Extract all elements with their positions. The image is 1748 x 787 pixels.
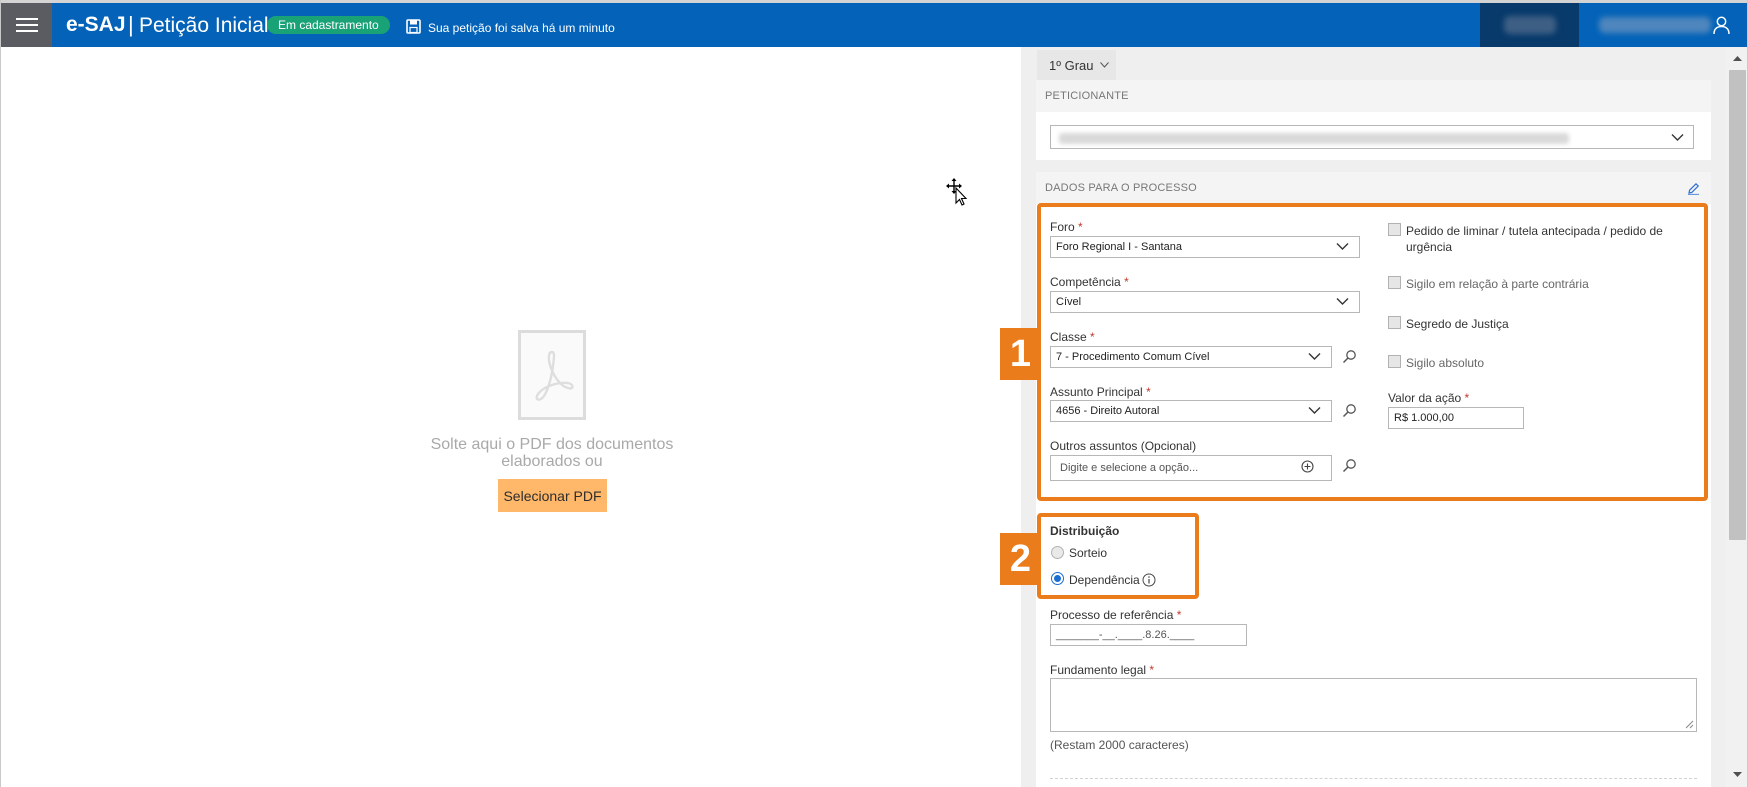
processo-referencia-label: Processo de referência * [1050,608,1181,622]
processo-referencia-input[interactable]: _______-__.____.8.26.____ [1050,624,1247,646]
chevron-down-icon [1671,134,1684,141]
annotation-box-1 [1037,203,1708,501]
peticionante-select[interactable] [1050,125,1694,149]
tab-grau[interactable]: 1º Grau [1037,50,1116,80]
character-counter: (Restam 2000 caracteres) [1050,738,1189,752]
chevron-down-icon [1100,62,1109,68]
annotation-number-1: 1 [1000,328,1041,380]
pencil-icon[interactable] [1687,182,1700,195]
pdf-file-icon [518,330,586,420]
brand-logo[interactable]: e-SAJ [66,13,126,37]
page-title: Petição Inicial [139,14,269,37]
required-mark: * [1149,663,1155,677]
scrollbar-thumb[interactable] [1729,70,1746,540]
move-cursor-icon [946,178,968,206]
pdf-drop-zone[interactable] [1,47,1021,787]
page: e-SAJ | Petição Inicial Em cadastramento… [0,0,1748,787]
peticionante-card: PETICIONANTE [1036,80,1711,160]
status-badge: Em cadastramento [267,16,390,34]
annotation-number-2: 2 [1000,533,1041,585]
hamburger-icon [15,18,38,32]
drop-instructions: Solte aqui o PDF dos documentos elaborad… [430,436,674,470]
annotation-box-2 [1037,513,1199,599]
save-status-text: Sua petição foi salva há um minuto [428,21,615,35]
peticionante-heading: PETICIONANTE [1036,80,1711,112]
scroll-down-arrow-icon[interactable] [1732,771,1743,778]
header-notification-area[interactable] [1480,3,1579,47]
select-pdf-button[interactable]: Selecionar PDF [498,479,607,512]
section-divider [1050,778,1697,779]
floppy-disk-icon [406,19,421,34]
dados-heading: DADOS PARA O PROCESSO [1036,172,1711,204]
fundamento-legal-label-text: Fundamento legal [1050,663,1147,677]
user-icon[interactable] [1713,16,1730,35]
fundamento-legal-textarea[interactable] [1050,678,1697,732]
title-separator: | [128,12,134,37]
top-bar: e-SAJ | Petição Inicial Em cadastramento… [1,0,1747,47]
tab-grau-label: 1º Grau [1049,58,1094,73]
fundamento-legal-label: Fundamento legal * [1050,663,1154,677]
menu-button[interactable] [1,3,52,47]
required-mark: * [1176,608,1182,622]
resize-grip-icon[interactable] [1685,720,1694,729]
processo-referencia-label-text: Processo de referência [1050,608,1174,622]
processo-referencia-mask: _______-__.____.8.26.____ [1056,629,1195,641]
scroll-up-arrow-icon[interactable] [1732,55,1743,62]
